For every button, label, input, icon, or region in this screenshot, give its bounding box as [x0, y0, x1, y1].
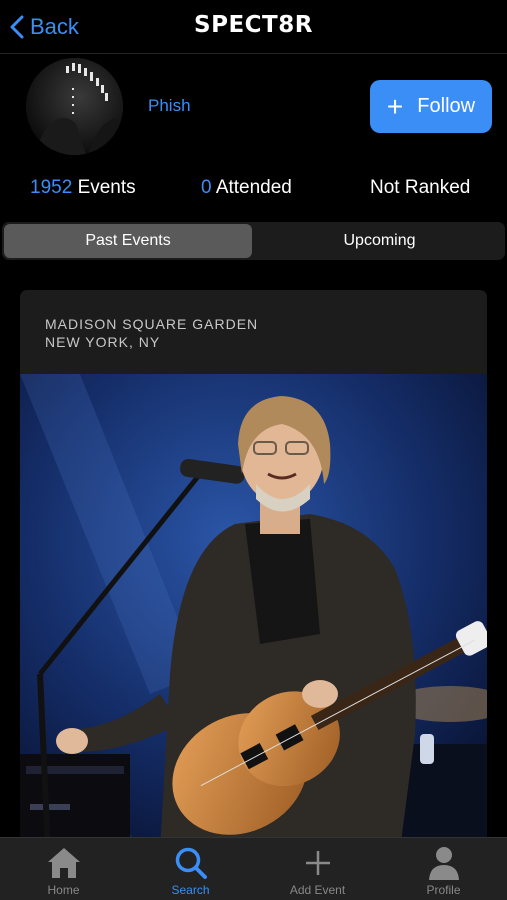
follow-button[interactable]: + Follow: [370, 80, 492, 133]
tab-add-event-label: Add Event: [289, 883, 346, 897]
tab-search-label: Search: [171, 883, 210, 897]
venue-location: NEW YORK, NY: [45, 334, 161, 350]
app-logo: SPECT8R: [194, 12, 313, 38]
tab-past-events[interactable]: Past Events: [4, 224, 252, 258]
tab-add-event[interactable]: Add Event: [254, 838, 381, 900]
search-icon: [127, 844, 254, 882]
event-card[interactable]: MADISON SQUARE GARDEN NEW YORK, NY: [20, 290, 487, 850]
tab-upcoming[interactable]: Upcoming: [256, 224, 503, 258]
attended-label: Attended: [215, 177, 292, 198]
event-venue-block: MADISON SQUARE GARDEN NEW YORK, NY: [45, 315, 258, 351]
plus-icon: +: [386, 90, 404, 122]
tab-profile-label: Profile: [426, 883, 461, 897]
events-count: 1952: [30, 177, 73, 198]
attended-count: 0: [201, 177, 212, 198]
plus-icon: [254, 844, 381, 882]
artist-avatar: [26, 58, 123, 155]
artist-stats: 1952 Events 0 Attended Not Ranked: [0, 172, 507, 206]
tab-home[interactable]: Home: [0, 838, 127, 900]
artist-name[interactable]: Phish: [148, 96, 191, 116]
events-label: Events: [77, 177, 136, 198]
venue-name: MADISON SQUARE GARDEN: [45, 316, 259, 332]
tab-home-label: Home: [47, 883, 80, 897]
bottom-tab-bar: Home Search Add Event Profile: [0, 837, 507, 900]
top-nav-bar: Back SPECT8R: [0, 0, 507, 54]
events-stat: 1952 Events: [30, 177, 136, 199]
tab-profile[interactable]: Profile: [380, 838, 507, 900]
tab-search[interactable]: Search: [127, 838, 254, 900]
events-segmented-control: Past Events Upcoming: [2, 222, 505, 260]
artist-header: Phish + Follow: [0, 54, 507, 164]
follow-label: Follow: [417, 95, 476, 117]
home-icon: [0, 844, 127, 882]
attended-stat: 0 Attended: [201, 177, 292, 199]
rank-stat: Not Ranked: [370, 177, 471, 198]
profile-icon: [380, 844, 507, 882]
event-photo[interactable]: [20, 374, 487, 850]
